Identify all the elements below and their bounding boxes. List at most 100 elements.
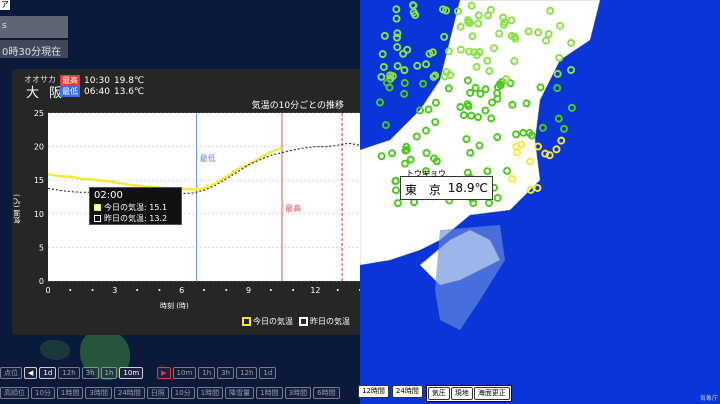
- station-dot[interactable]: [567, 103, 576, 112]
- element-button[interactable]: 1時間: [196, 387, 224, 399]
- station-dot[interactable]: [392, 5, 401, 14]
- station-dot[interactable]: [393, 62, 402, 71]
- element-button[interactable]: 10分: [31, 387, 55, 399]
- top-label-box: s: [0, 16, 68, 38]
- period-button[interactable]: 1h: [198, 367, 216, 379]
- station-dot[interactable]: [380, 31, 389, 40]
- station-dot[interactable]: [403, 45, 412, 54]
- station-dot[interactable]: [400, 79, 409, 88]
- station-dot[interactable]: [400, 89, 409, 98]
- chart-legend: 今日の気温 昨日の気温: [242, 316, 350, 327]
- period-button[interactable]: ▶: [157, 367, 171, 379]
- station-dot[interactable]: [419, 79, 428, 88]
- element-button[interactable]: 24時間: [113, 387, 145, 399]
- station-dot[interactable]: [534, 142, 543, 151]
- tokyo-name: 東 京: [405, 183, 445, 197]
- period-button[interactable]: 10m: [172, 367, 197, 379]
- station-dot[interactable]: [379, 62, 388, 71]
- station-dot[interactable]: [567, 65, 576, 74]
- x-minor-tick: [203, 289, 205, 291]
- tooltip-yesterday: 昨日の気温: 13.2: [104, 214, 168, 223]
- y-tick-label: 10: [34, 210, 44, 219]
- station-dot[interactable]: [381, 121, 390, 130]
- station-dot[interactable]: [526, 185, 535, 194]
- tokyo-temp: 18.9℃: [447, 181, 488, 195]
- element-button[interactable]: 6時間: [313, 387, 340, 399]
- station-dot[interactable]: [377, 72, 386, 81]
- period-button[interactable]: 1d: [39, 367, 57, 379]
- station-dot[interactable]: [409, 1, 418, 10]
- period-button[interactable]: 1h: [100, 367, 118, 379]
- period-button[interactable]: 12h: [58, 367, 80, 379]
- element-button[interactable]: 3時間: [85, 387, 112, 399]
- station-dot[interactable]: [393, 29, 402, 38]
- station-dot[interactable]: [400, 66, 409, 75]
- sea-level-pressure-button[interactable]: 海面更正: [473, 387, 510, 400]
- period-button[interactable]: 10m: [119, 367, 144, 379]
- x-minor-tick: [91, 289, 94, 291]
- station-dot[interactable]: [378, 50, 387, 59]
- yesterday-swatch: [94, 215, 101, 222]
- station-dot[interactable]: [538, 123, 547, 132]
- station-dot[interactable]: [560, 124, 569, 133]
- temperature-chart[interactable]: 0 5 10 15 20 25 0 3 6 9 12 最低最高: [12, 69, 360, 335]
- x-minor-tick: [69, 289, 72, 291]
- station-dot[interactable]: [393, 43, 402, 52]
- element-button[interactable]: 10分: [170, 387, 195, 399]
- right-control-bar: 12時間 24時間 気圧 現地 海面更正: [358, 385, 512, 402]
- corner-glyph: ア: [0, 0, 10, 10]
- period-button[interactable]: 3h: [81, 367, 99, 379]
- station-dot[interactable]: [553, 84, 562, 93]
- station-dot[interactable]: [533, 183, 542, 192]
- element-button[interactable]: 3時間: [284, 387, 312, 399]
- element-button[interactable]: 高順位: [0, 387, 29, 399]
- right-map-pane[interactable]: + − 気象庁: [360, 0, 720, 404]
- station-dot[interactable]: [413, 61, 422, 70]
- chart-tooltip: 02:00 今日の気温: 15.1 昨日の気温: 13.2: [89, 187, 182, 225]
- marker-label: 最高: [285, 203, 301, 213]
- station-dot[interactable]: [557, 136, 566, 145]
- x-tick-label: 6: [179, 286, 184, 295]
- pressure-button[interactable]: 気圧: [427, 387, 450, 400]
- tooltip-time: 02:00: [94, 190, 123, 201]
- hours-24-button[interactable]: 24時間: [391, 385, 423, 398]
- period-button[interactable]: ◀: [24, 367, 38, 379]
- rain-area: [435, 225, 505, 330]
- station-dot[interactable]: [554, 114, 563, 123]
- y-tick-label: 5: [39, 243, 44, 252]
- hours-12-button[interactable]: 12時間: [358, 385, 389, 398]
- period-button[interactable]: 12h: [236, 367, 258, 379]
- station-dot[interactable]: [392, 14, 401, 23]
- station-dot[interactable]: [553, 69, 562, 78]
- period-bar-1: 点位 ◀ 1d 12h 3h 1h 10m ▶ 10m 1h 3h 12h 1d: [0, 367, 277, 379]
- station-dot[interactable]: [440, 32, 449, 41]
- japan-map-svg: [360, 0, 601, 330]
- tokyo-kana: トウキョウ: [406, 169, 446, 178]
- attribution: 気象庁: [699, 395, 718, 402]
- station-dot[interactable]: [422, 60, 431, 69]
- period-button[interactable]: 1d: [259, 367, 277, 379]
- station-dot[interactable]: [376, 98, 385, 107]
- period-button[interactable]: 点位: [0, 367, 22, 379]
- station-dot[interactable]: [383, 78, 392, 87]
- x-minor-tick: [269, 289, 272, 291]
- element-button[interactable]: 降雪量: [225, 387, 255, 399]
- element-button[interactable]: 1時間: [256, 387, 283, 399]
- station-dot[interactable]: [545, 151, 554, 160]
- x-tick-label: 0: [45, 286, 50, 295]
- tokyo-station-label[interactable]: トウキョウ 東 京 18.9℃: [400, 169, 493, 200]
- station-dot[interactable]: [552, 145, 561, 154]
- current-time-label: 0時30分現在: [0, 40, 68, 58]
- station-chart-panel: オオサカ 大 阪 最高 10:30 19.8℃ 最低 06:40 13.6℃ 気…: [12, 69, 360, 335]
- period-button[interactable]: 3h: [217, 367, 235, 379]
- element-button[interactable]: 日照: [146, 387, 169, 399]
- tooltip-today: 今日の気温: 15.1: [104, 203, 168, 212]
- marker-label: 最低: [200, 153, 216, 163]
- x-minor-tick: [336, 289, 339, 291]
- x-minor-tick: [292, 289, 295, 291]
- legend-yesterday: 昨日の気温: [299, 316, 350, 327]
- y-tick-label: 20: [34, 143, 44, 152]
- element-button[interactable]: 1時間: [56, 387, 84, 399]
- station-pressure-button[interactable]: 現地: [450, 387, 473, 400]
- x-tick-label: 9: [246, 286, 251, 295]
